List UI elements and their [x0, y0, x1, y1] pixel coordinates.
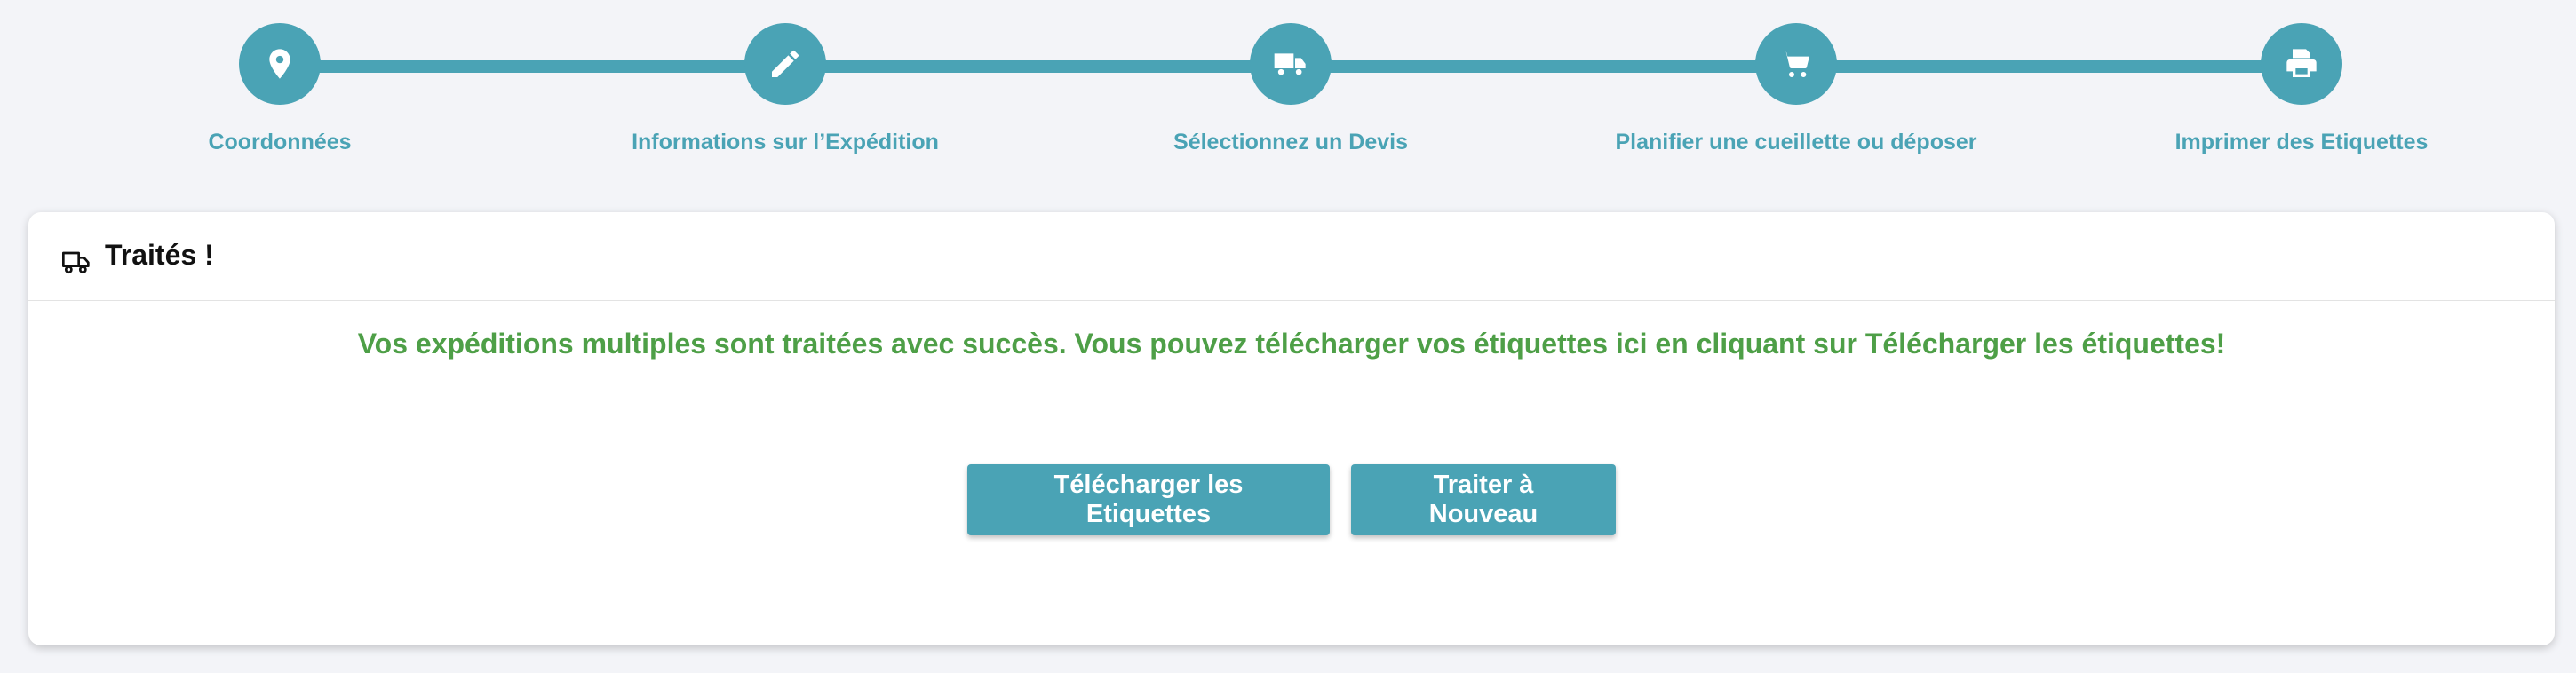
- step-label: Planifier une cueillette ou déposer: [1615, 130, 1977, 154]
- reprocess-button[interactable]: Traiter à Nouveau: [1351, 464, 1616, 535]
- step-circle: [2261, 23, 2342, 105]
- progress-stepper: Coordonnées Informations sur l’Expéditio…: [0, 0, 2576, 178]
- action-buttons: Télécharger les Etiquettes Traiter à Nou…: [28, 464, 2555, 535]
- card-header: Traités !: [28, 212, 2555, 301]
- step-label: Imprimer des Etiquettes: [2174, 130, 2429, 154]
- step-circle: [239, 23, 321, 105]
- step-planifier-cueillette[interactable]: Planifier une cueillette ou déposer: [1530, 23, 2063, 155]
- printer-icon: [2286, 49, 2317, 77]
- step-selection-devis[interactable]: Sélectionnez un Devis: [1024, 23, 1557, 155]
- step-circle: [744, 23, 826, 105]
- truck-icon: [62, 251, 90, 273]
- map-marker-icon: [269, 49, 290, 79]
- step-label: Sélectionnez un Devis: [1173, 130, 1408, 154]
- step-informations-expedition[interactable]: Informations sur l’Expédition: [519, 23, 1052, 155]
- success-message: Vos expéditions multiples sont traitées …: [357, 328, 2226, 360]
- shopping-cart-icon: [1781, 51, 1809, 77]
- step-circle: [1250, 23, 1332, 105]
- download-labels-button[interactable]: Télécharger les Etiquettes: [967, 464, 1330, 535]
- card-title: Traités !: [105, 239, 214, 271]
- step-label: Coordonnées: [208, 130, 352, 154]
- pencil-icon: [772, 50, 799, 77]
- step-coordonnees[interactable]: Coordonnées: [13, 23, 546, 155]
- step-circle: [1755, 23, 1837, 105]
- step-label: Informations sur l’Expédition: [632, 130, 939, 154]
- result-card: Traités ! Vos expéditions multiples sont…: [28, 212, 2555, 645]
- step-imprimer-etiquettes[interactable]: Imprimer des Etiquettes: [2035, 23, 2568, 155]
- truck-icon: [1274, 53, 1306, 75]
